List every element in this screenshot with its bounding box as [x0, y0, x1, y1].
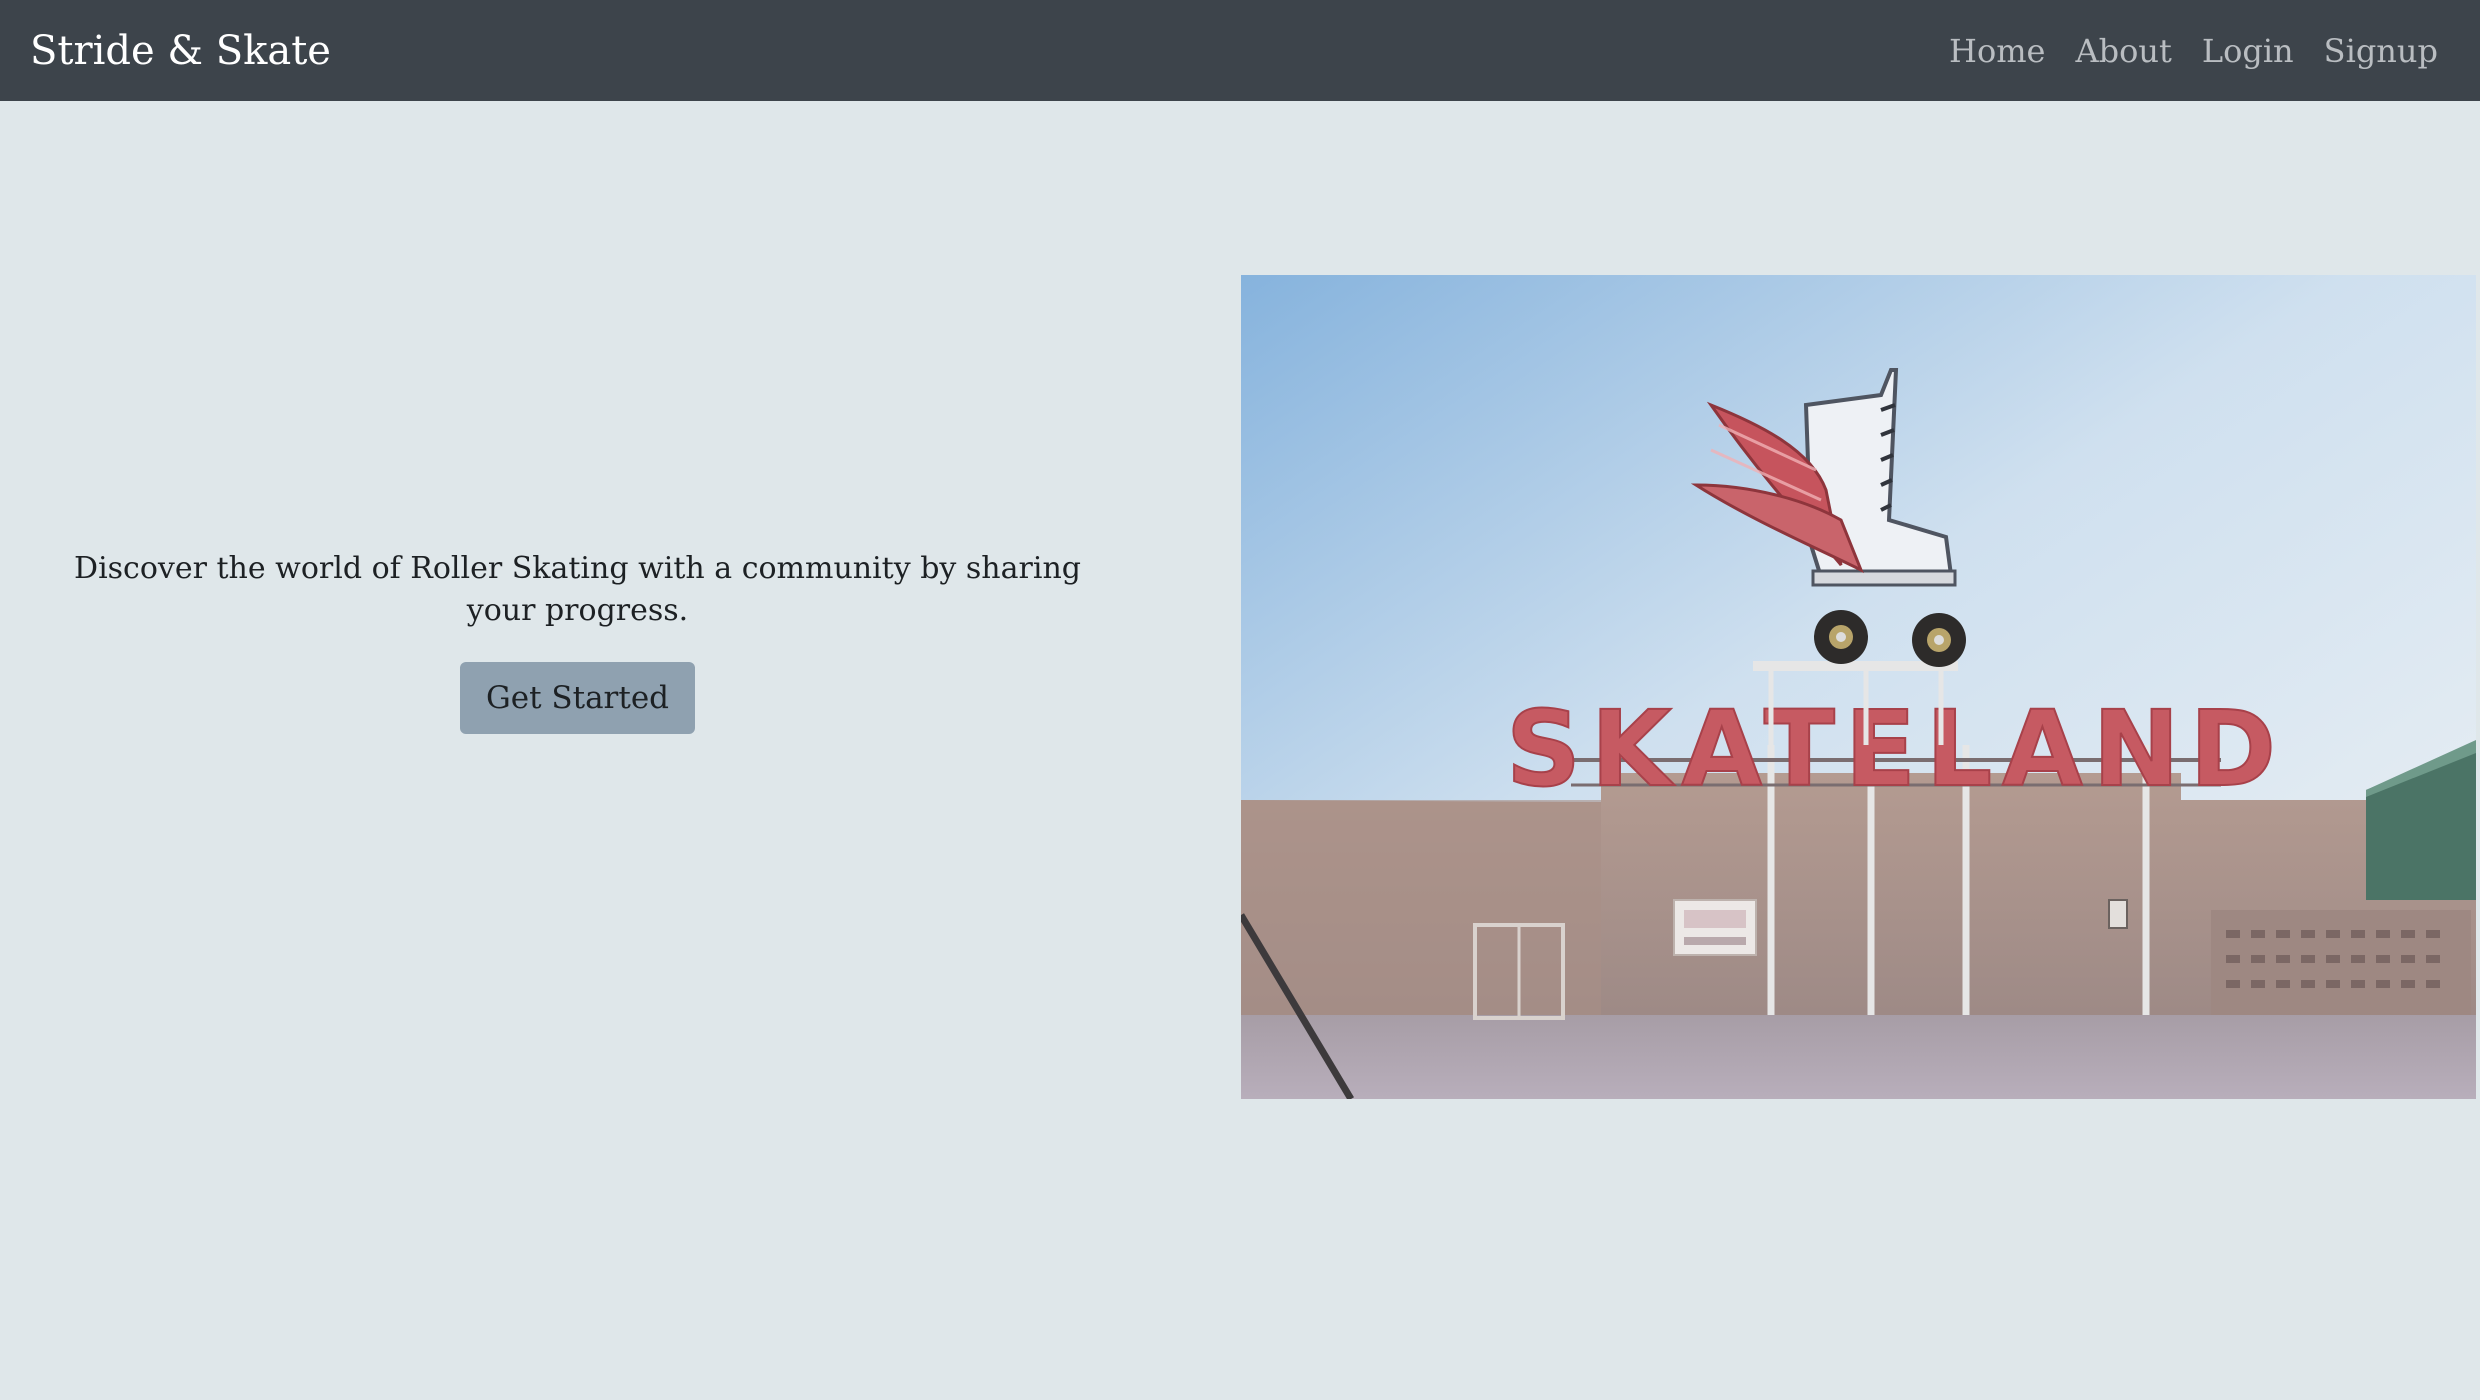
skateland-sign-image: SKATELAND	[1241, 275, 2476, 1099]
nav-link-login[interactable]: Login	[2202, 32, 2294, 70]
hero-tagline: Discover the world of Roller Skating wit…	[74, 551, 1081, 628]
skateland-sign-text: SKATELAND	[1506, 688, 2286, 810]
top-navbar: Stride & Skate Home About Login Signup	[0, 0, 2480, 101]
nav-links: Home About Login Signup	[1949, 32, 2450, 70]
nav-link-home[interactable]: Home	[1949, 32, 2045, 70]
nav-link-about[interactable]: About	[2075, 32, 2171, 70]
hero-text-section: Discover the world of Roller Skating wit…	[60, 548, 1095, 734]
get-started-button[interactable]: Get Started	[459, 662, 696, 734]
skateland-photo-illustration: SKATELAND	[1241, 275, 2476, 1099]
nav-link-signup[interactable]: Signup	[2324, 32, 2438, 70]
brand-logo-link[interactable]: Stride & Skate	[30, 28, 331, 74]
